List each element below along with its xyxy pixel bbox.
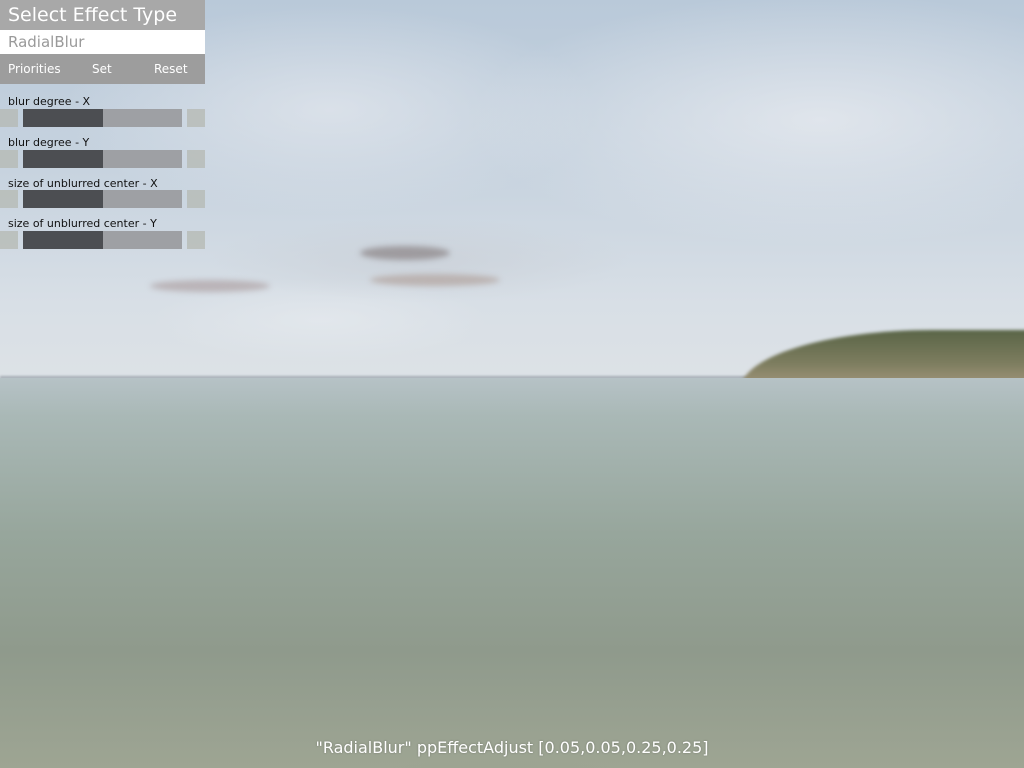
slider-increase-button[interactable] (187, 150, 205, 168)
slider-decrease-button[interactable] (0, 231, 18, 249)
set-button[interactable]: Set (92, 54, 112, 84)
panel-title: Select Effect Type (0, 0, 205, 30)
reset-button[interactable]: Reset (154, 54, 188, 84)
param-label-blur-x: blur degree - X (8, 95, 91, 108)
effect-panel: Select Effect Type Priorities Set Reset … (0, 0, 205, 249)
slider-center-x[interactable] (0, 190, 205, 208)
param-label-center-x: size of unblurred center - X (8, 177, 158, 190)
slider-track[interactable] (23, 231, 182, 249)
slider-decrease-button[interactable] (0, 109, 18, 127)
slider-fill (23, 190, 103, 208)
slider-blur-x[interactable] (0, 109, 205, 127)
cloud-streak (150, 280, 270, 292)
sea-surface (0, 378, 1024, 768)
priorities-button[interactable]: Priorities (8, 54, 61, 84)
slider-fill (23, 231, 103, 249)
cloud-streak (360, 246, 450, 260)
panel-button-bar: Priorities Set Reset (0, 54, 205, 84)
param-label-center-y: size of unblurred center - Y (8, 217, 157, 230)
slider-decrease-button[interactable] (0, 150, 18, 168)
slider-fill (23, 150, 103, 168)
slider-track[interactable] (23, 109, 182, 127)
slider-blur-y[interactable] (0, 150, 205, 168)
slider-increase-button[interactable] (187, 109, 205, 127)
slider-decrease-button[interactable] (0, 190, 18, 208)
param-label-blur-y: blur degree - Y (8, 136, 90, 149)
slider-increase-button[interactable] (187, 231, 205, 249)
cloud-streak (370, 274, 500, 286)
slider-track[interactable] (23, 150, 182, 168)
slider-track[interactable] (23, 190, 182, 208)
slider-increase-button[interactable] (187, 190, 205, 208)
effect-type-input[interactable] (0, 30, 205, 54)
slider-center-y[interactable] (0, 231, 205, 249)
slider-fill (23, 109, 103, 127)
effect-command-text: "RadialBlur" ppEffectAdjust [0.05,0.05,0… (315, 738, 709, 757)
